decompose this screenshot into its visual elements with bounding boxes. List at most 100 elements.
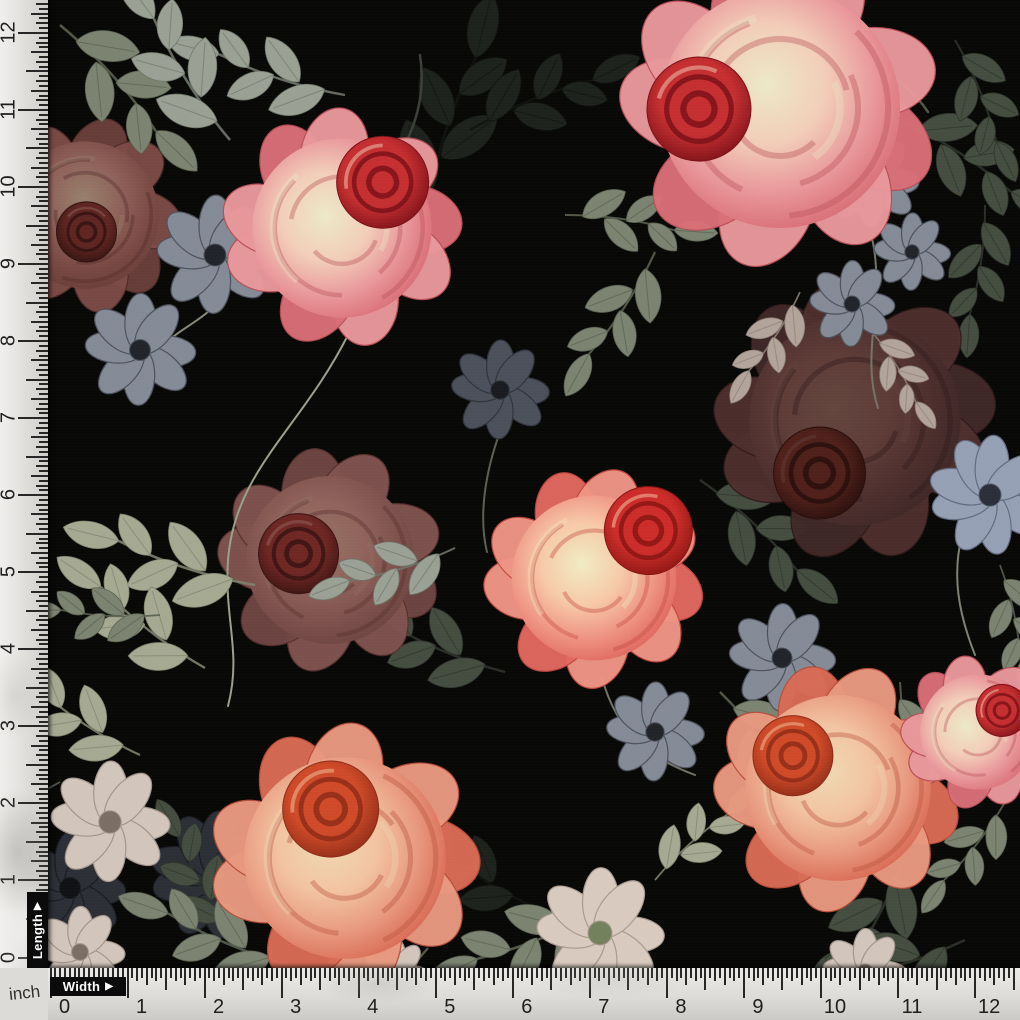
ruler-tick — [31, 205, 48, 207]
ruler-tick — [18, 340, 48, 342]
ruler-tick — [39, 499, 49, 501]
ruler-tick — [497, 968, 499, 978]
ruler-tick — [36, 234, 49, 236]
ruler-number: 5 — [433, 996, 467, 1019]
ruler-tick — [39, 788, 49, 790]
ruler-tick — [31, 90, 48, 92]
ruler-tick — [39, 798, 49, 800]
ruler-tick — [39, 220, 49, 222]
ruler-tick — [36, 542, 49, 544]
ruler-tick — [406, 968, 408, 981]
ruler-tick — [36, 119, 49, 121]
ruler-tick — [39, 605, 49, 607]
ruler-tick — [39, 836, 49, 838]
ruler-tick — [39, 8, 49, 10]
ruler-tick — [237, 968, 239, 978]
ruler-tick — [39, 27, 49, 29]
ruler-tick — [579, 968, 581, 981]
ruler-number: 8 — [0, 326, 21, 356]
ruler-tick — [435, 968, 437, 998]
ruler-tick — [31, 783, 48, 785]
ruler-tick — [560, 968, 562, 981]
ruler-tick — [36, 735, 49, 737]
ruler-tick — [584, 968, 586, 978]
ruler-tick — [39, 326, 49, 328]
ruler-tick — [36, 311, 49, 313]
ruler-tick — [276, 968, 278, 978]
ruler-tick — [155, 968, 157, 981]
ruler-tick — [213, 968, 215, 981]
ruler-tick — [334, 968, 336, 978]
ruler-tick — [695, 968, 697, 981]
ruler-tick — [897, 968, 899, 998]
ruler-tick — [204, 968, 206, 998]
ruler-tick — [777, 968, 779, 978]
ruler-tick — [39, 258, 49, 260]
ruler-tick — [39, 586, 49, 588]
ruler-tick — [39, 432, 49, 434]
ruler-tick — [512, 968, 514, 998]
ruler-tick — [656, 968, 658, 981]
ruler-tick — [762, 968, 764, 985]
ruler-tick — [39, 509, 49, 511]
ruler-tick — [136, 968, 138, 981]
ruler-tick — [39, 855, 49, 857]
ruler-tick — [39, 46, 49, 48]
ruler-tick — [468, 968, 470, 978]
ruler-tick — [39, 624, 49, 626]
ruler-tick — [36, 774, 49, 776]
ruler-number: 1 — [0, 865, 21, 895]
ruler-tick — [131, 968, 133, 978]
ruler-tick — [1013, 968, 1015, 990]
ruler-tick — [878, 968, 880, 985]
ruler-tick — [796, 968, 798, 978]
ruler-tick — [387, 968, 389, 981]
ruler-tick — [228, 968, 230, 978]
ruler-number: 12 — [0, 17, 21, 47]
ruler-tick — [358, 968, 360, 998]
ruler-tick — [39, 287, 49, 289]
ruler-tick — [781, 968, 783, 990]
ruler-tick — [950, 968, 952, 978]
ruler-tick — [39, 653, 49, 655]
ruler-tick — [31, 513, 48, 515]
ruler-tick — [834, 968, 836, 978]
ruler-tick — [36, 485, 49, 487]
ruler-tick — [39, 297, 49, 299]
ruler-tick — [310, 968, 312, 981]
ruler-number: 7 — [587, 996, 621, 1019]
ruler-tick — [18, 494, 48, 496]
ruler-tick — [627, 968, 629, 990]
ruler-tick — [18, 802, 48, 804]
ruler-tick — [724, 968, 726, 985]
ruler-tick — [36, 22, 49, 24]
ruler-tick — [936, 968, 938, 990]
ruler-tick — [772, 968, 774, 981]
ruler-number: 6 — [0, 480, 21, 510]
ruler-tick — [863, 968, 865, 978]
ruler-tick — [36, 388, 49, 390]
ruler-tick — [26, 379, 48, 381]
ruler-tick — [290, 968, 292, 981]
ruler-tick — [574, 968, 576, 978]
ruler-tick — [363, 968, 365, 978]
ruler-tick — [39, 826, 49, 828]
ruler-tick — [411, 968, 413, 978]
ruler-tick — [931, 968, 933, 978]
ruler-tick — [39, 37, 49, 39]
ruler-tick — [36, 851, 49, 853]
ruler-tick — [151, 968, 153, 978]
ruler-tick — [372, 968, 374, 978]
ruler-tick — [31, 552, 48, 554]
ruler-tick — [729, 968, 731, 978]
ruler-tick — [464, 968, 466, 981]
ruler-tick — [36, 465, 49, 467]
ruler-tick — [993, 968, 995, 985]
ruler-number: 2 — [202, 996, 236, 1019]
ruler-tick — [36, 176, 49, 178]
ruler-tick — [39, 470, 49, 472]
ruler-number: 1 — [125, 996, 159, 1019]
ruler-tick — [459, 968, 461, 978]
ruler-tick — [39, 364, 49, 366]
ruler-tick — [39, 615, 49, 617]
